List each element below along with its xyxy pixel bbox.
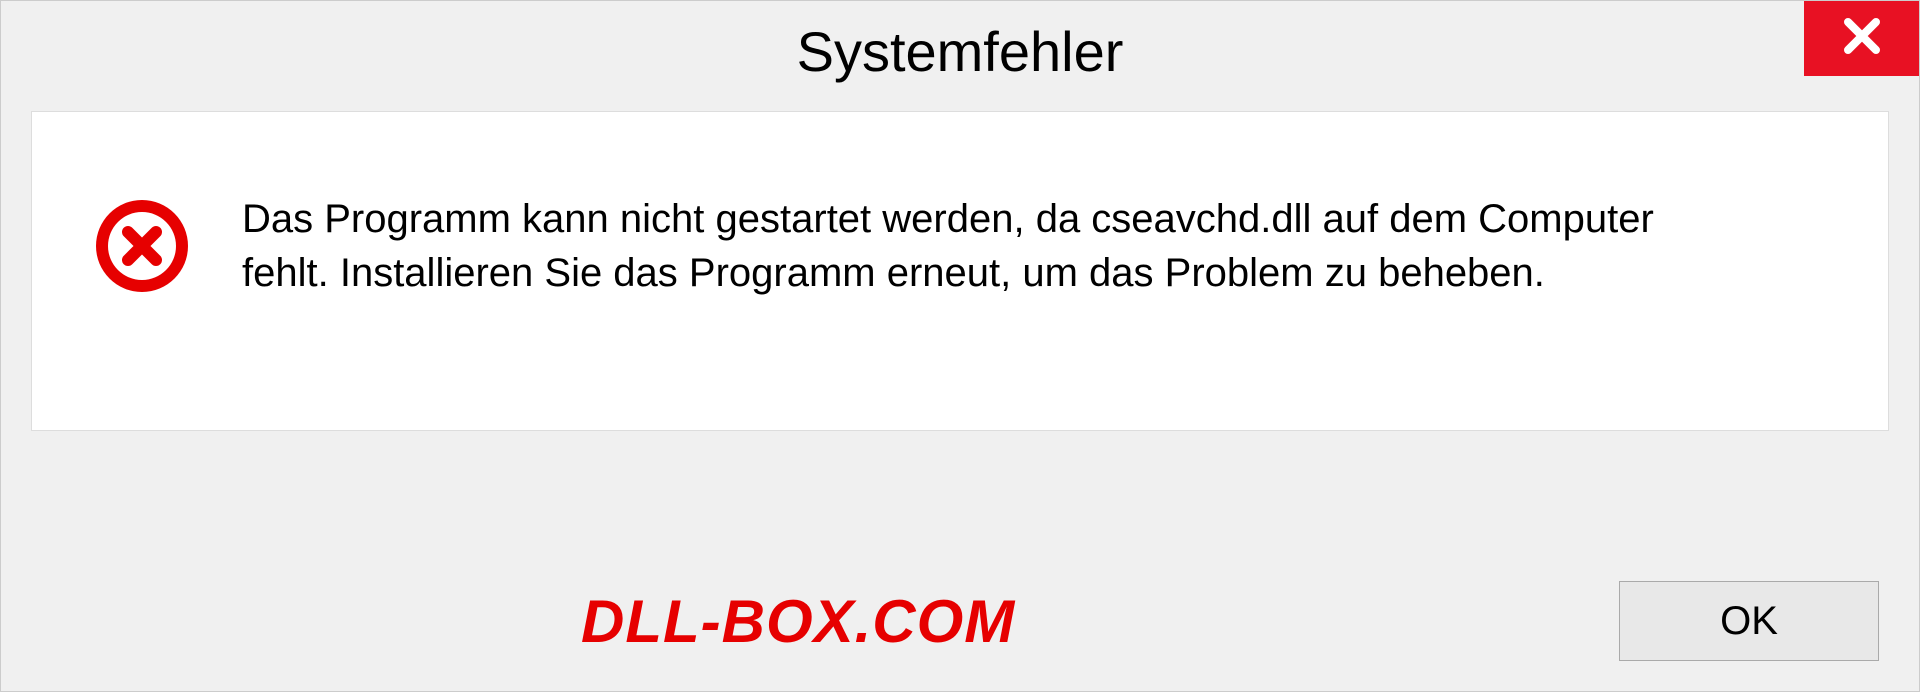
close-icon <box>1838 12 1886 65</box>
watermark-text: DLL-BOX.COM <box>581 587 1015 656</box>
footer: DLL-BOX.COM OK <box>1 581 1919 661</box>
titlebar: Systemfehler <box>1 1 1919 101</box>
ok-button[interactable]: OK <box>1619 581 1879 661</box>
error-message: Das Programm kann nicht gestartet werden… <box>242 192 1742 300</box>
message-panel: Das Programm kann nicht gestartet werden… <box>31 111 1889 431</box>
dialog-title: Systemfehler <box>797 19 1124 84</box>
close-button[interactable] <box>1804 1 1919 76</box>
error-icon <box>92 196 192 296</box>
